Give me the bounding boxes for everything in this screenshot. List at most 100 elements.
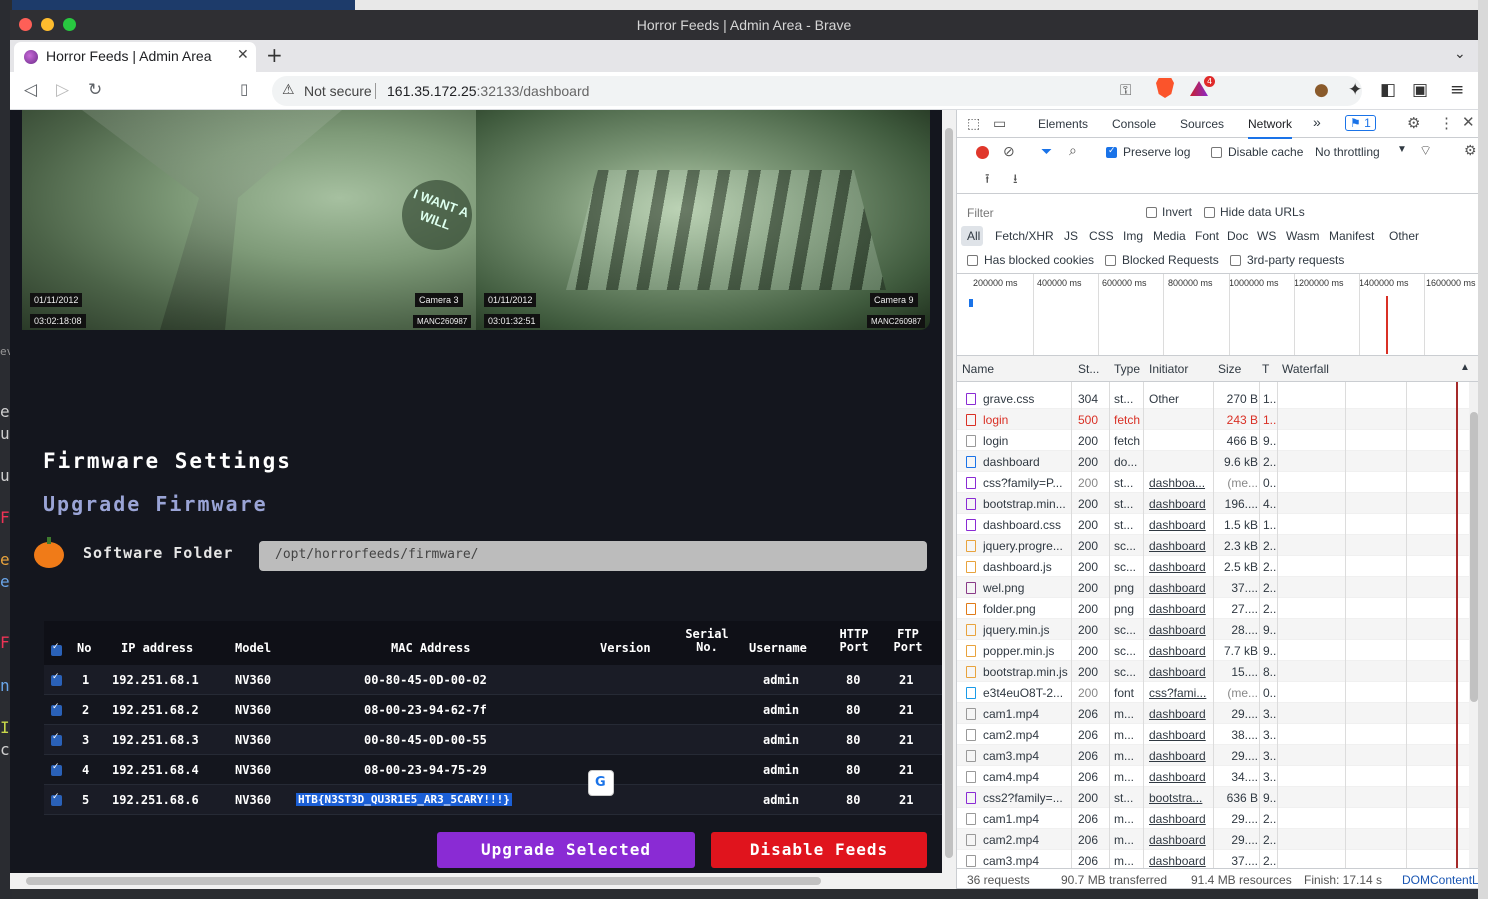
- request-initiator[interactable]: dashboard: [1149, 518, 1213, 532]
- filter-manifest[interactable]: Manifest: [1329, 229, 1374, 243]
- extensions-puzzle-icon[interactable]: ✦: [1348, 80, 1362, 100]
- back-icon[interactable]: ◁: [24, 80, 37, 100]
- table-row[interactable]: 5 192.251.68.6 NV360 HTB{N3ST3D_QU3R1E5_…: [44, 785, 942, 815]
- wallet-icon[interactable]: ▣: [1412, 80, 1428, 100]
- preserve-log-checkbox[interactable]: [1106, 145, 1117, 158]
- settings-gear-icon[interactable]: ⚙: [1407, 114, 1420, 132]
- security-status[interactable]: Not secure: [304, 83, 372, 99]
- tab-console[interactable]: Console: [1112, 117, 1156, 131]
- request-initiator[interactable]: css?fami...: [1149, 686, 1213, 700]
- menu-icon[interactable]: ≡: [1450, 80, 1464, 100]
- request-initiator[interactable]: dashboard: [1149, 539, 1213, 553]
- col-name[interactable]: Name: [962, 362, 994, 376]
- request-initiator[interactable]: dashboard: [1149, 602, 1213, 616]
- new-tab-button[interactable]: +: [266, 43, 283, 67]
- close-tab-icon[interactable]: ✕: [237, 47, 249, 63]
- select-all-checkbox[interactable]: [51, 642, 62, 656]
- filter-img[interactable]: Img: [1123, 229, 1143, 243]
- page-vertical-scrollbar[interactable]: [942, 110, 956, 873]
- filter-other[interactable]: Other: [1389, 229, 1419, 243]
- sort-up-icon[interactable]: ▲: [1460, 362, 1470, 373]
- filter-doc[interactable]: Doc: [1227, 229, 1248, 243]
- request-initiator[interactable]: Other: [1149, 392, 1213, 406]
- filter-font[interactable]: Font: [1195, 229, 1219, 243]
- url-text[interactable]: 161.35.172.25:32133/dashboard: [387, 83, 589, 99]
- camera-feed-3[interactable]: I WANT A WILL 01/11/2012 03:02:18:08 Cam…: [22, 110, 476, 330]
- request-initiator[interactable]: dashboard: [1149, 581, 1213, 595]
- page-horizontal-scrollbar[interactable]: [10, 873, 956, 889]
- col-waterfall[interactable]: Waterfall: [1282, 362, 1329, 376]
- request-initiator[interactable]: dashboard: [1149, 728, 1213, 742]
- col-initiator[interactable]: Initiator: [1149, 362, 1188, 376]
- filter-all[interactable]: All: [967, 229, 980, 243]
- request-initiator[interactable]: dashboard: [1149, 665, 1213, 679]
- col-time[interactable]: T: [1262, 362, 1269, 376]
- reload-icon[interactable]: ↻: [88, 80, 102, 100]
- export-har-icon[interactable]: ⭳: [1013, 170, 1018, 192]
- row-checkbox[interactable]: [51, 762, 62, 776]
- camera-feed-9[interactable]: 01/11/2012 03:01:32:51 Camera 9 MANC2609…: [476, 110, 930, 330]
- table-row[interactable]: 1 192.251.68.1 NV360 00-80-45-0D-00-02 a…: [44, 665, 942, 695]
- filter-js[interactable]: JS: [1064, 229, 1078, 243]
- tab-search-chevron-icon[interactable]: ⌄: [1454, 46, 1466, 62]
- warning-triangle-icon[interactable]: ⚠: [282, 82, 295, 98]
- table-row[interactable]: 2 192.251.68.2 NV360 08-00-23-94-62-7f a…: [44, 695, 942, 725]
- browser-tab[interactable]: Horror Feeds | Admin Area ✕: [14, 42, 256, 72]
- request-initiator[interactable]: dashboard: [1149, 833, 1213, 847]
- network-conditions-icon[interactable]: ⌔: [1419, 142, 1432, 160]
- table-row[interactable]: 4 192.251.68.4 NV360 08-00-23-94-75-29 a…: [44, 755, 942, 785]
- import-har-icon[interactable]: ⭱: [985, 170, 990, 192]
- invert-checkbox[interactable]: [1146, 207, 1157, 218]
- third-party-checkbox[interactable]: [1230, 255, 1241, 266]
- network-overview-timeline[interactable]: 200000 ms 400000 ms 600000 ms 800000 ms …: [957, 274, 1478, 356]
- row-checkbox[interactable]: [51, 792, 62, 806]
- close-devtools-icon[interactable]: ✕: [1462, 113, 1475, 131]
- clear-icon[interactable]: ⊘: [1003, 143, 1015, 160]
- request-initiator[interactable]: dashboard: [1149, 644, 1213, 658]
- cell-mac-selected[interactable]: HTB{N3ST3D_QU3R1E5_AR3_5CARY!!!}: [296, 793, 512, 806]
- tab-sources[interactable]: Sources: [1180, 117, 1224, 131]
- key-icon[interactable]: ⚿: [1120, 81, 1131, 99]
- col-size[interactable]: Size: [1218, 362, 1241, 376]
- request-initiator[interactable]: dashboard: [1149, 854, 1213, 868]
- cookie-extension-icon[interactable]: ●: [1314, 80, 1329, 100]
- translate-icon[interactable]: [588, 770, 614, 796]
- request-initiator[interactable]: bootstra...: [1149, 791, 1213, 805]
- requests-scrollbar[interactable]: [1469, 382, 1478, 868]
- tab-network[interactable]: Network: [1248, 117, 1293, 139]
- search-icon[interactable]: ⌕: [1069, 142, 1077, 159]
- row-checkbox[interactable]: [51, 702, 62, 716]
- software-folder-field[interactable]: /opt/horrorfeeds/firmware/: [259, 541, 927, 571]
- request-initiator[interactable]: dashboard: [1149, 560, 1213, 574]
- request-initiator[interactable]: dashboard: [1149, 812, 1213, 826]
- network-settings-gear-icon[interactable]: ⚙: [1464, 142, 1477, 159]
- filter-css[interactable]: CSS: [1089, 229, 1114, 243]
- col-status[interactable]: St...: [1078, 362, 1099, 376]
- table-row[interactable]: 3 192.251.68.3 NV360 00-80-45-0D-00-55 a…: [44, 725, 942, 755]
- hide-data-urls-checkbox[interactable]: [1204, 207, 1215, 218]
- upgrade-selected-button[interactable]: Upgrade Selected: [437, 832, 695, 868]
- disable-feeds-button[interactable]: Disable Feeds: [711, 832, 927, 868]
- filter-media[interactable]: Media: [1153, 229, 1186, 243]
- request-initiator[interactable]: dashboard: [1149, 623, 1213, 637]
- more-tabs-icon[interactable]: »: [1313, 114, 1321, 130]
- record-icon[interactable]: [976, 146, 989, 159]
- request-initiator[interactable]: dashboard: [1149, 749, 1213, 763]
- filter-input[interactable]: Filter: [967, 206, 994, 220]
- filter-funnel-icon[interactable]: ⏷: [1041, 143, 1052, 160]
- issues-badge[interactable]: ⚑ 1: [1345, 115, 1376, 131]
- bookmark-icon[interactable]: ▯: [240, 80, 248, 98]
- filter-fetch-xhr[interactable]: Fetch/XHR: [995, 229, 1054, 243]
- sidebar-icon[interactable]: ◧: [1380, 80, 1396, 100]
- blocked-cookies-checkbox[interactable]: [967, 255, 978, 266]
- col-type[interactable]: Type: [1114, 362, 1140, 376]
- throttling-select[interactable]: No throttling: [1315, 145, 1380, 159]
- row-checkbox[interactable]: [51, 732, 62, 746]
- row-checkbox[interactable]: [51, 672, 62, 686]
- forward-icon[interactable]: ▷: [56, 80, 69, 100]
- throttling-chevron-down-icon[interactable]: ▼: [1397, 144, 1407, 155]
- filter-wasm[interactable]: Wasm: [1286, 229, 1320, 243]
- request-initiator[interactable]: dashboard: [1149, 770, 1213, 784]
- blocked-requests-checkbox[interactable]: [1105, 255, 1116, 266]
- more-options-icon[interactable]: ⋮: [1439, 114, 1454, 132]
